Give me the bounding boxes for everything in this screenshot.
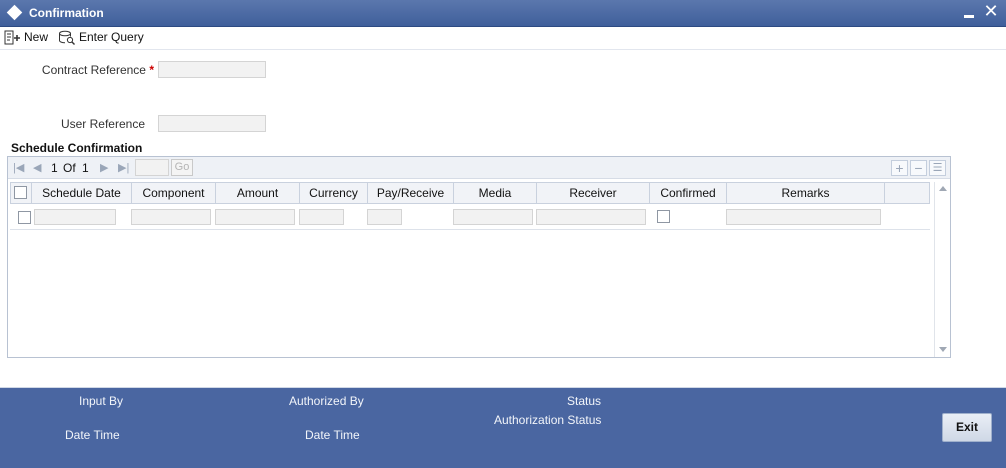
- contract-reference-label-text: Contract Reference: [41, 63, 146, 77]
- component-field[interactable]: [131, 209, 211, 225]
- grid-header: Schedule Date Component Amount Currency …: [10, 182, 930, 204]
- new-button[interactable]: New: [4, 28, 48, 46]
- schedule-grid: |◀ ◀ 1 Of 1 ▶ ▶| Go + − ☰ Schedule Date …: [7, 156, 951, 358]
- pager-of: Of: [63, 161, 76, 175]
- table-row: [10, 205, 930, 230]
- column-header[interactable]: Media: [454, 183, 537, 203]
- pay-receive-field[interactable]: [367, 209, 402, 225]
- enter-query-label: Enter Query: [79, 30, 144, 44]
- column-header[interactable]: Amount: [216, 183, 300, 203]
- column-header[interactable]: Confirmed: [650, 183, 727, 203]
- remarks-field[interactable]: [726, 209, 881, 225]
- enter-query-button[interactable]: Enter Query: [58, 28, 144, 46]
- vertical-scrollbar[interactable]: [934, 182, 950, 357]
- input-date-time-label: Date Time: [65, 428, 120, 442]
- column-header[interactable]: Remarks: [727, 183, 885, 203]
- authorized-by-label: Authorized By: [289, 394, 364, 408]
- select-all-cell: [11, 183, 32, 203]
- page-number-input[interactable]: [135, 159, 169, 176]
- contract-reference-label: Contract Reference *: [20, 63, 154, 77]
- prev-page-icon[interactable]: ◀: [33, 161, 41, 174]
- query-icon: [59, 30, 75, 45]
- pager-total: 1: [82, 161, 89, 175]
- schedule-confirmation-title: Schedule Confirmation: [11, 141, 143, 155]
- required-marker: *: [149, 63, 154, 77]
- media-field[interactable]: [453, 209, 533, 225]
- scroll-down-icon[interactable]: [939, 347, 947, 352]
- first-page-icon[interactable]: |◀: [13, 161, 24, 174]
- column-header[interactable]: Receiver: [537, 183, 650, 203]
- grid-pager: |◀ ◀ 1 Of 1 ▶ ▶| Go + − ☰: [8, 157, 950, 179]
- input-by-label: Input By: [79, 394, 124, 408]
- status-label: Status: [567, 394, 602, 408]
- new-document-icon: [4, 30, 20, 44]
- single-view-button[interactable]: ☰: [929, 160, 946, 176]
- select-all-checkbox[interactable]: [14, 186, 27, 199]
- title-bar: Confirmation ✕: [0, 0, 1006, 27]
- add-row-button[interactable]: +: [891, 160, 908, 176]
- column-header[interactable]: Component: [132, 183, 216, 203]
- user-reference-label: User Reference: [60, 117, 145, 131]
- currency-field[interactable]: [299, 209, 344, 225]
- new-button-label: New: [24, 30, 49, 44]
- toolbar: New Enter Query: [0, 27, 1006, 49]
- column-header[interactable]: Currency: [300, 183, 368, 203]
- delete-row-button[interactable]: −: [910, 160, 927, 176]
- pager-current: 1: [51, 161, 58, 175]
- row-select-checkbox[interactable]: [18, 211, 31, 224]
- close-icon[interactable]: ✕: [983, 1, 999, 21]
- column-header[interactable]: Pay/Receive: [368, 183, 454, 203]
- amount-field[interactable]: [215, 209, 295, 225]
- user-reference-input[interactable]: [158, 115, 266, 132]
- scroll-up-icon[interactable]: [939, 186, 947, 191]
- authorized-date-time-label: Date Time: [305, 428, 360, 442]
- authorization-status-label: Authorization Status: [494, 413, 602, 427]
- app-logo-icon: [6, 4, 23, 21]
- receiver-field[interactable]: [536, 209, 646, 225]
- next-page-icon[interactable]: ▶: [100, 161, 108, 174]
- minimize-icon[interactable]: [962, 5, 976, 21]
- last-page-icon[interactable]: ▶|: [118, 161, 129, 174]
- confirmed-checkbox[interactable]: [657, 210, 670, 223]
- schedule-date-field[interactable]: [34, 209, 116, 225]
- column-header[interactable]: Schedule Date: [32, 183, 132, 203]
- go-button[interactable]: Go: [171, 159, 193, 176]
- form-area: Contract Reference * User Reference Sche…: [0, 49, 1006, 387]
- contract-reference-input[interactable]: [158, 61, 266, 78]
- window-title: Confirmation: [29, 6, 104, 20]
- exit-button[interactable]: Exit: [942, 413, 992, 442]
- audit-footer: Input By Authorized By Status Authorizat…: [0, 387, 1006, 468]
